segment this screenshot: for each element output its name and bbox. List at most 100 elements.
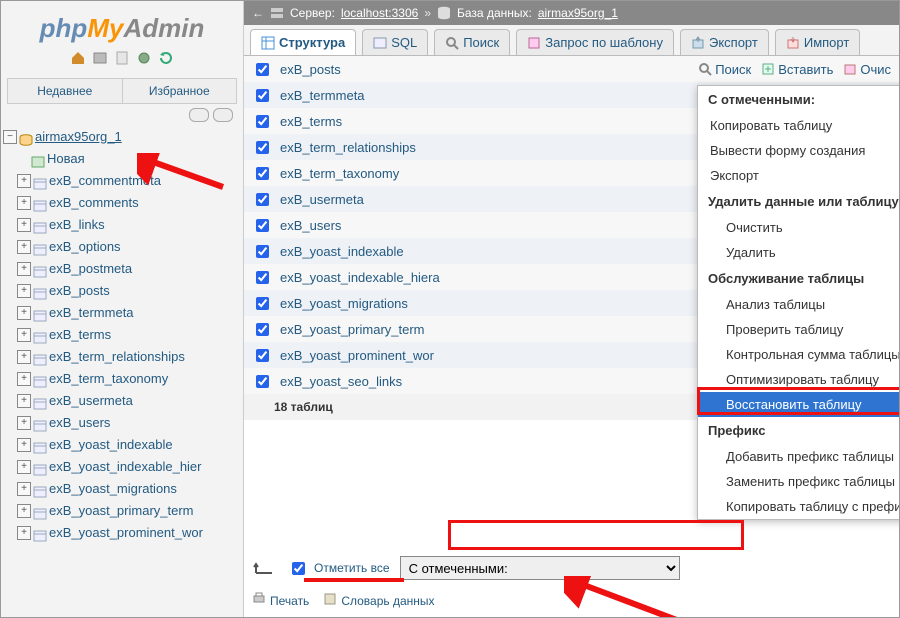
tree-table-node[interactable]: + exB_usermeta: [3, 390, 239, 412]
menu-item[interactable]: Копировать таблицу: [698, 113, 900, 138]
tree-table-label[interactable]: exB_term_relationships: [49, 346, 185, 368]
table-name-link[interactable]: exB_yoast_indexable_hiera: [280, 270, 440, 285]
tree-table-node[interactable]: +exB_yoast_indexable_hier: [3, 456, 239, 478]
tree-table-label[interactable]: exB_terms: [49, 324, 111, 346]
docs-icon[interactable]: [114, 50, 130, 66]
table-name-link[interactable]: exB_yoast_prominent_wor: [280, 348, 434, 363]
tree-expand-icon[interactable]: +: [17, 284, 31, 298]
tree-table-label[interactable]: exB_yoast_prominent_wor: [49, 522, 203, 544]
tree-expand-icon[interactable]: +: [17, 482, 31, 496]
tree-table-node[interactable]: + exB_termmeta: [3, 302, 239, 324]
tree-expand-icon[interactable]: +: [17, 174, 31, 188]
menu-item[interactable]: Копировать таблицу с префиксом: [698, 494, 900, 519]
table-name-link[interactable]: exB_yoast_primary_term: [280, 322, 425, 337]
row-checkbox[interactable]: [256, 375, 269, 388]
menu-item[interactable]: Экспорт: [698, 163, 900, 188]
action-search[interactable]: Поиск: [698, 62, 751, 77]
table-name-link[interactable]: exB_usermeta: [280, 192, 364, 207]
table-name-link[interactable]: exB_term_taxonomy: [280, 166, 399, 181]
tab-recent[interactable]: Недавнее: [8, 79, 122, 103]
tree-expand-icon[interactable]: +: [17, 394, 31, 408]
print-link[interactable]: Печать: [252, 592, 309, 609]
with-selected-select[interactable]: С отмеченными:: [400, 556, 680, 580]
menu-item[interactable]: Контрольная сумма таблицы: [698, 342, 900, 367]
tree-table-label[interactable]: exB_termmeta: [49, 302, 134, 324]
menu-item[interactable]: Добавить префикс таблицы: [698, 444, 900, 469]
tree-table-node[interactable]: + exB_yoast_migrations: [3, 478, 239, 500]
tree-expand-icon[interactable]: +: [17, 372, 31, 386]
tree-table-node[interactable]: + exB_links: [3, 214, 239, 236]
tree-expand-icon[interactable]: +: [17, 240, 31, 254]
row-checkbox[interactable]: [256, 89, 269, 102]
tree-expand-icon[interactable]: +: [17, 328, 31, 342]
tab-structure[interactable]: Структура: [250, 29, 356, 55]
with-selected-dropdown[interactable]: С отмеченными:: [400, 556, 680, 580]
table-name-link[interactable]: exB_term_relationships: [280, 140, 416, 155]
tree-expand-icon[interactable]: +: [17, 416, 31, 430]
tab-favorites[interactable]: Избранное: [122, 79, 237, 103]
db-name[interactable]: airmax95org_1: [35, 126, 122, 148]
settings-icon[interactable]: [136, 50, 152, 66]
row-checkbox[interactable]: [256, 141, 269, 154]
table-name-link[interactable]: exB_terms: [280, 114, 342, 129]
tree-expand-icon[interactable]: +: [17, 438, 31, 452]
row-checkbox[interactable]: [256, 349, 269, 362]
tree-table-label[interactable]: exB_comments: [49, 192, 139, 214]
row-checkbox[interactable]: [256, 167, 269, 180]
menu-item[interactable]: Очистить: [698, 215, 900, 240]
row-checkbox[interactable]: [256, 323, 269, 336]
row-checkbox[interactable]: [256, 245, 269, 258]
table-name-link[interactable]: exB_yoast_seo_links: [280, 374, 402, 389]
home-icon[interactable]: [70, 50, 86, 66]
tree-table-label[interactable]: exB_usermeta: [49, 390, 133, 412]
tree-table-label[interactable]: exB_commentmeta: [49, 170, 161, 192]
tree-table-node[interactable]: +exB_comments: [3, 192, 239, 214]
tab-search[interactable]: Поиск: [434, 29, 510, 55]
tree-toggle-icon[interactable]: −: [3, 130, 17, 144]
tree-table-label[interactable]: exB_posts: [49, 280, 110, 302]
table-name-link[interactable]: exB_yoast_migrations: [280, 296, 408, 311]
check-all-checkbox[interactable]: [292, 562, 305, 575]
tree-table-node[interactable]: + exB_yoast_indexable: [3, 434, 239, 456]
tree-table-label[interactable]: exB_yoast_indexable: [49, 434, 173, 456]
tree-expand-icon[interactable]: +: [17, 306, 31, 320]
row-checkbox[interactable]: [256, 193, 269, 206]
check-all[interactable]: Отметить все: [288, 559, 390, 578]
tree-table-node[interactable]: +exB_postmeta: [3, 258, 239, 280]
breadcrumb-server[interactable]: localhost:3306: [341, 6, 418, 20]
tree-table-node[interactable]: + exB_users: [3, 412, 239, 434]
row-checkbox[interactable]: [256, 63, 269, 76]
row-checkbox[interactable]: [256, 219, 269, 232]
tree-expand-icon[interactable]: +: [17, 262, 31, 276]
row-checkbox[interactable]: [256, 115, 269, 128]
tree-table-node[interactable]: +exB_yoast_primary_term: [3, 500, 239, 522]
row-checkbox[interactable]: [256, 297, 269, 310]
link-icon[interactable]: [213, 108, 233, 122]
table-name-link[interactable]: exB_users: [280, 218, 341, 233]
menu-item[interactable]: Заменить префикс таблицы: [698, 469, 900, 494]
tree-db-node[interactable]: − airmax95org_1: [3, 126, 239, 148]
menu-item[interactable]: Удалить: [698, 240, 900, 265]
tree-table-node[interactable]: + exB_yoast_prominent_wor: [3, 522, 239, 544]
tab-import[interactable]: Импорт: [775, 29, 860, 55]
tree-table-node[interactable]: + exB_term_relationships: [3, 346, 239, 368]
menu-item[interactable]: Оптимизировать таблицу: [698, 367, 900, 392]
tree-table-label[interactable]: exB_users: [49, 412, 110, 434]
logout-icon[interactable]: [92, 50, 108, 66]
tab-export[interactable]: Экспорт: [680, 29, 769, 55]
action-empty[interactable]: Очис: [843, 62, 891, 77]
tree-table-node[interactable]: + exB_commentmeta: [3, 170, 239, 192]
tree-expand-icon[interactable]: +: [17, 350, 31, 364]
tree-table-label[interactable]: exB_yoast_migrations: [49, 478, 177, 500]
tree-table-label[interactable]: exB_term_taxonomy: [49, 368, 168, 390]
menu-item[interactable]: Восстановить таблицу: [698, 392, 900, 417]
tree-new-table[interactable]: Новая: [3, 148, 239, 170]
table-name-link[interactable]: exB_yoast_indexable: [280, 244, 404, 259]
tree-expand-icon[interactable]: +: [17, 526, 31, 540]
breadcrumb-db[interactable]: airmax95org_1: [538, 6, 618, 20]
reload-icon[interactable]: [158, 50, 174, 66]
tab-sql[interactable]: SQL: [362, 29, 428, 55]
data-dictionary-link[interactable]: Словарь данных: [323, 592, 434, 609]
tree-expand-icon[interactable]: +: [17, 218, 31, 232]
tree-table-label[interactable]: exB_links: [49, 214, 105, 236]
